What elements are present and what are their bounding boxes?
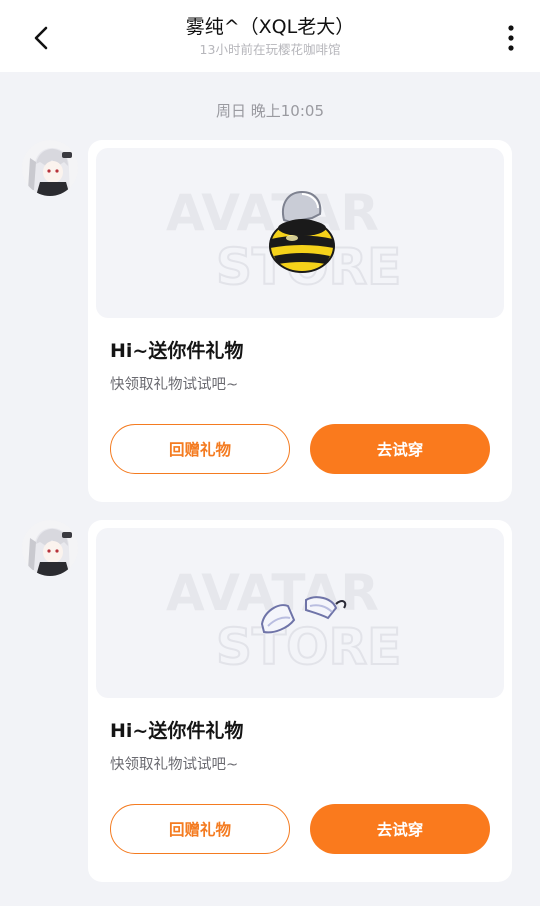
header-title-area: 雾纯^（XQL老大） 13小时前在玩樱花咖啡馆	[90, 14, 450, 59]
gift-title: Hi~送你件礼物	[110, 340, 244, 362]
more-vertical-icon	[508, 25, 514, 51]
contact-name: 雾纯^（XQL老大）	[185, 16, 355, 38]
gift-description: 快领取礼物试试吧~	[110, 377, 239, 393]
gift-preview[interactable]: AVATAR STORE	[96, 148, 504, 318]
white-accessory-icon	[260, 596, 347, 634]
gift-preview[interactable]: AVATAR STORE	[96, 528, 504, 698]
gift-card: AVATAR STORE Hi~送你件礼物 快领取礼物试试吧~ 回赠礼物 去试穿	[88, 520, 512, 882]
gift-title: Hi~送你件礼物	[110, 720, 244, 742]
return-gift-button[interactable]: 回赠礼物	[110, 804, 290, 854]
bee-costume-icon	[269, 190, 335, 273]
avatar-character-icon	[22, 140, 78, 196]
back-button[interactable]	[22, 18, 62, 58]
message-timestamp: 周日 晚上10:05	[216, 102, 324, 120]
chevron-left-icon	[34, 26, 48, 50]
contact-status: 13小时前在玩樱花咖啡馆	[199, 42, 341, 57]
chat-header: 雾纯^（XQL老大） 13小时前在玩樱花咖啡馆	[0, 0, 540, 72]
avatar-character-icon	[22, 520, 78, 576]
gift-description: 快领取礼物试试吧~	[110, 757, 239, 773]
gift-card: AVATAR STORE Hi~送你件礼物 快领取礼物试试吧~ 回赠礼物 去试穿	[88, 140, 512, 502]
avatar[interactable]	[22, 140, 78, 196]
try-on-button[interactable]: 去试穿	[310, 424, 490, 474]
return-gift-button[interactable]: 回赠礼物	[110, 424, 290, 474]
more-button[interactable]	[496, 18, 526, 58]
try-on-button[interactable]: 去试穿	[310, 804, 490, 854]
avatar[interactable]	[22, 520, 78, 576]
